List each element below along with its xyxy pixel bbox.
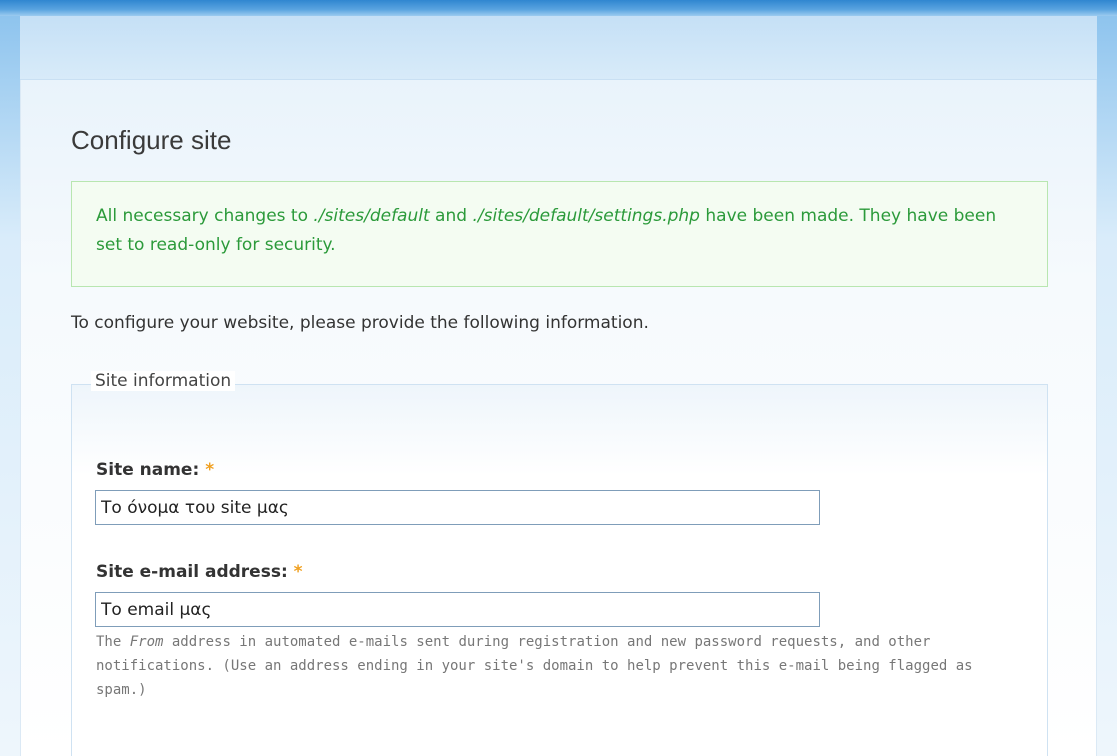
status-text-2: and (429, 206, 473, 226)
intro-text: To configure your website, please provid… (71, 313, 649, 333)
fieldset-legend: Site information (91, 371, 236, 391)
site-email-label: Site e-mail address: * (96, 562, 303, 582)
header-band (20, 16, 1097, 80)
description-from: From (129, 634, 164, 650)
page-side-right (1097, 16, 1117, 756)
status-text-1: All necessary changes to (96, 206, 314, 226)
site-name-label: Site name: * (96, 460, 214, 480)
status-path-default: ./sites/default (313, 206, 430, 226)
site-name-label-text: Site name: (96, 460, 206, 480)
site-email-input[interactable] (95, 592, 820, 627)
status-path-settings: ./sites/default/settings.php (472, 206, 700, 226)
description-text-2: address in automated e-mails sent during… (96, 634, 973, 698)
description-text-1: The (96, 634, 130, 650)
site-email-required-mark: * (293, 562, 303, 582)
page-title: Configure site (71, 125, 232, 155)
page-side-left (0, 16, 20, 756)
site-email-description: The From address in automated e-mails se… (96, 630, 1026, 702)
status-message: All necessary changes to ./sites/default… (71, 181, 1048, 287)
site-email-label-text: Site e-mail address: (96, 562, 294, 582)
site-name-required-mark: * (205, 460, 215, 480)
site-name-input[interactable] (95, 490, 820, 525)
window-top-bar (0, 0, 1117, 16)
